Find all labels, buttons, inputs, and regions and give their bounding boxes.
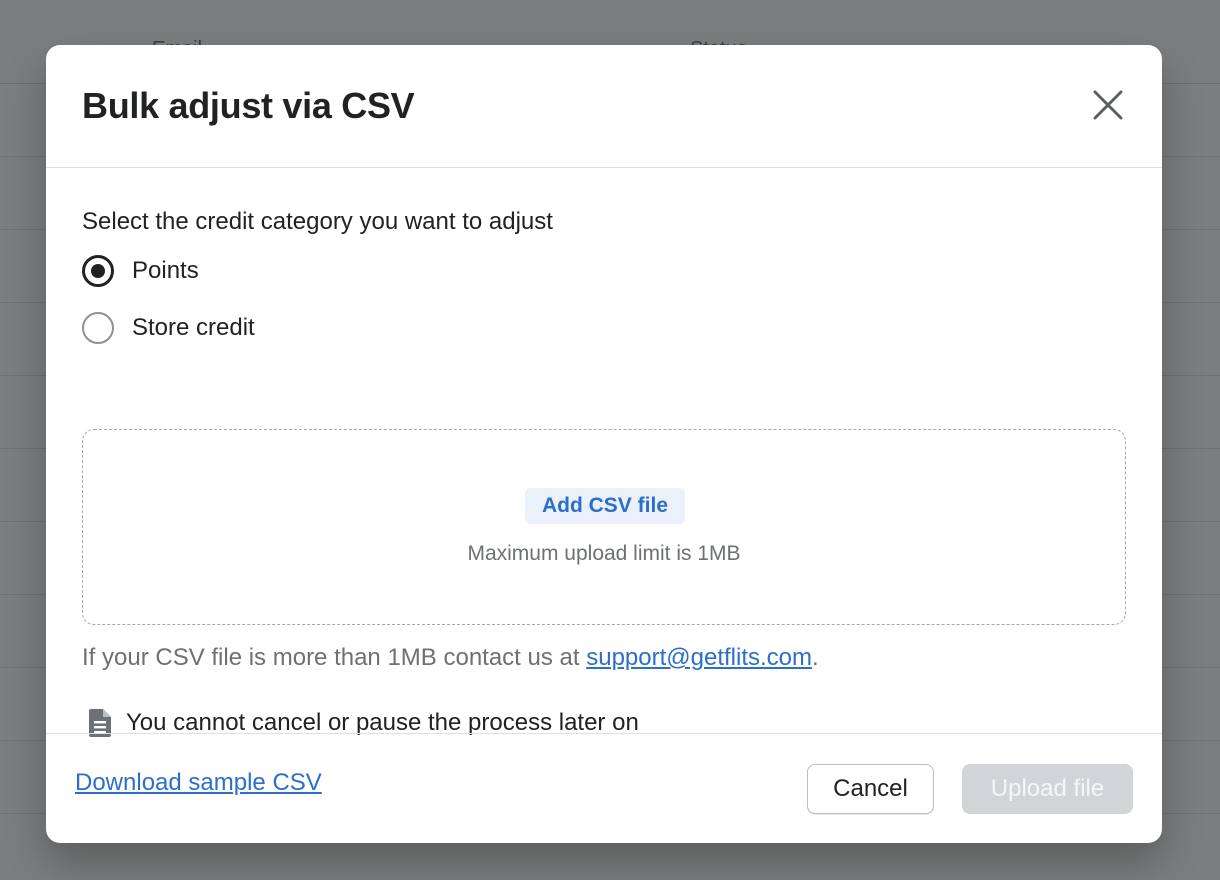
csv-dropzone[interactable]: Add CSV file Maximum upload limit is 1MB xyxy=(82,429,1126,625)
radio-option-store-credit[interactable]: Store credit xyxy=(82,312,255,344)
close-icon xyxy=(1093,90,1123,120)
radio-label-points: Points xyxy=(132,257,199,284)
modal-title: Bulk adjust via CSV xyxy=(82,85,415,126)
radio-button-points[interactable] xyxy=(82,255,114,287)
support-email-link[interactable]: support@getflits.com xyxy=(586,644,812,671)
radio-label-store-credit: Store credit xyxy=(132,314,255,341)
contact-note: If your CSV file is more than 1MB contac… xyxy=(82,644,819,672)
category-prompt: Select the credit category you want to a… xyxy=(82,208,553,235)
bulk-adjust-modal: Bulk adjust via CSV Select the credit ca… xyxy=(46,45,1162,843)
cancel-button[interactable]: Cancel xyxy=(807,764,934,814)
contact-note-suffix: . xyxy=(812,644,819,671)
contact-note-prefix: If your CSV file is more than 1MB contac… xyxy=(82,644,587,671)
radio-button-store-credit[interactable] xyxy=(82,312,114,344)
close-button[interactable] xyxy=(1090,87,1126,123)
add-csv-file-button[interactable]: Add CSV file xyxy=(525,488,685,524)
modal-header: Bulk adjust via CSV xyxy=(46,45,1162,168)
upload-limit-hint: Maximum upload limit is 1MB xyxy=(467,542,741,565)
modal-backdrop[interactable]: Bulk adjust via CSV Select the credit ca… xyxy=(0,0,1220,880)
radio-option-points[interactable]: Points xyxy=(82,255,199,287)
modal-footer: Download sample CSV Cancel Upload file xyxy=(46,733,1162,843)
upload-file-button[interactable]: Upload file xyxy=(962,764,1133,814)
download-sample-csv-link[interactable]: Download sample CSV xyxy=(75,769,322,797)
